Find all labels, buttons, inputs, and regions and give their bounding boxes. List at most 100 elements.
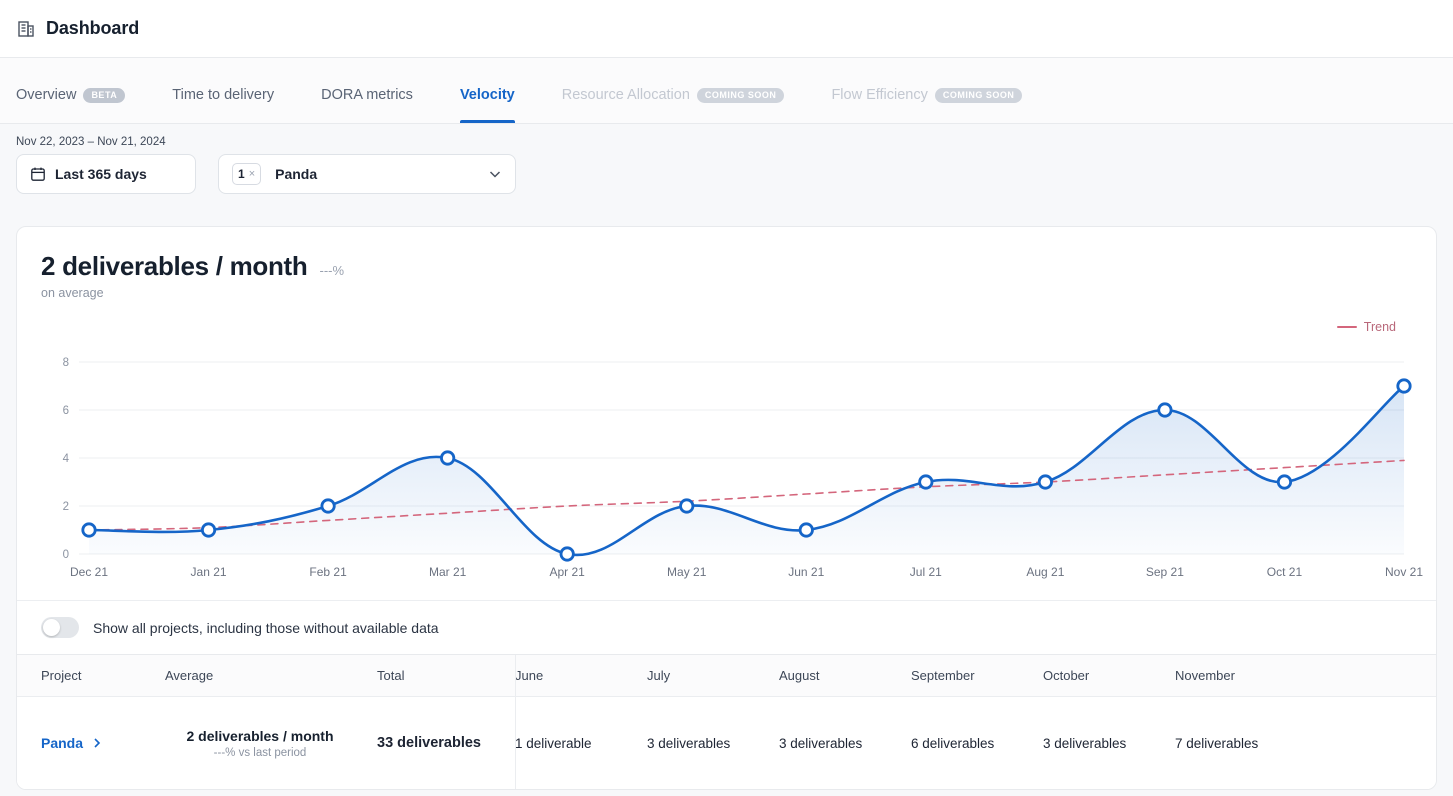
table-cell-total: 33 deliverables: [355, 697, 515, 789]
svg-text:Jan 21: Jan 21: [191, 565, 227, 579]
svg-text:Apr 21: Apr 21: [550, 565, 586, 579]
show-all-projects-toggle[interactable]: [41, 617, 79, 638]
table-header-june[interactable]: June: [515, 655, 647, 696]
date-range-button-label: Last 365 days: [55, 166, 147, 182]
tab-dora-metrics-label: DORA metrics: [321, 87, 413, 103]
tab-resource-allocation: Resource Allocation COMING SOON: [562, 87, 785, 123]
project-count-chip[interactable]: 1 ×: [232, 163, 261, 185]
velocity-chart: Trend 0 2 4 6 8 Dec 21 Jan 21 Feb 21 Mar 21 Apr …: [17, 300, 1436, 600]
tab-overview[interactable]: Overview BETA: [16, 87, 125, 123]
total-value: 33 deliverables: [377, 735, 481, 751]
chart-point[interactable]: [322, 500, 334, 512]
svg-text:Aug 21: Aug 21: [1026, 565, 1064, 579]
chart-canvas: 0 2 4 6 8 Dec 21 Jan 21 Feb 21 Mar 21 Apr 21 May …: [17, 300, 1437, 600]
trend-legend-label: Trend: [1364, 320, 1396, 334]
velocity-card: 2 deliverables / month ---% on average T…: [16, 226, 1437, 790]
svg-text:Jun 21: Jun 21: [788, 565, 824, 579]
svg-text:May 21: May 21: [667, 565, 707, 579]
tab-flow-efficiency-label: Flow Efficiency: [831, 87, 927, 103]
app-header: Dashboard: [0, 0, 1453, 58]
tab-bar: Overview BETA Time to delivery DORA metr…: [0, 58, 1453, 124]
chart-point[interactable]: [1398, 380, 1410, 392]
table-header-august[interactable]: August: [779, 655, 911, 696]
table-header-average[interactable]: Average: [165, 655, 355, 696]
table-cell-july: 3 deliverables: [647, 697, 779, 789]
svg-text:2: 2: [63, 501, 69, 513]
calendar-icon: [30, 166, 46, 182]
date-range-button[interactable]: Last 365 days: [16, 154, 196, 194]
table-cell-june: 1 deliverable: [515, 697, 647, 789]
table-header-october[interactable]: October: [1043, 655, 1175, 696]
card-header: 2 deliverables / month ---% on average: [17, 227, 1436, 300]
chart-point[interactable]: [561, 548, 573, 560]
date-range-label: Nov 22, 2023 – Nov 21, 2024: [16, 136, 1437, 148]
chart-point[interactable]: [1159, 404, 1171, 416]
trend-legend-swatch: [1337, 326, 1357, 329]
chevron-down-icon[interactable]: [488, 167, 502, 181]
project-link[interactable]: Panda: [41, 735, 83, 751]
average-sub: ---% vs last period: [214, 747, 307, 759]
toggle-knob: [43, 619, 60, 636]
average-main: 2 deliverables / month: [186, 728, 333, 744]
clear-icon[interactable]: ×: [249, 168, 255, 180]
filter-bar: Nov 22, 2023 – Nov 21, 2024 Last 365 day…: [0, 124, 1453, 194]
table-cell-september: 6 deliverables: [911, 697, 1043, 789]
project-count: 1: [238, 167, 245, 181]
chevron-right-icon[interactable]: [91, 737, 103, 749]
svg-text:4: 4: [63, 453, 70, 465]
tab-overview-label: Overview: [16, 87, 76, 103]
table-header-september[interactable]: September: [911, 655, 1043, 696]
table-header-november[interactable]: November: [1175, 655, 1307, 696]
chart-point[interactable]: [83, 524, 95, 536]
table-cell-august: 3 deliverables: [779, 697, 911, 789]
table-header-frozen-columns: Project Average Total: [17, 655, 516, 696]
svg-text:Feb 21: Feb 21: [309, 565, 347, 579]
table-cell-average: 2 deliverables / month ---% vs last peri…: [165, 697, 355, 789]
summary-metric: 2 deliverables / month: [41, 251, 308, 282]
svg-text:6: 6: [63, 405, 69, 417]
table-header-project[interactable]: Project: [17, 655, 165, 696]
summary-delta: ---%: [320, 263, 345, 278]
chart-legend: Trend: [1337, 320, 1396, 334]
table-row-frozen-columns: Panda 2 deliverables / month ---% vs las…: [17, 697, 516, 789]
svg-text:0: 0: [63, 549, 69, 561]
show-all-projects-label: Show all projects, including those witho…: [93, 620, 439, 636]
tab-velocity[interactable]: Velocity: [460, 87, 515, 123]
tab-flow-efficiency: Flow Efficiency COMING SOON: [831, 87, 1022, 123]
tab-resource-allocation-label: Resource Allocation: [562, 87, 690, 103]
chart-point[interactable]: [1039, 476, 1051, 488]
svg-text:Nov 21: Nov 21: [1385, 565, 1423, 579]
chart-point[interactable]: [202, 524, 214, 536]
chart-point[interactable]: [800, 524, 812, 536]
page-title: Dashboard: [46, 18, 139, 39]
tab-overview-badge: BETA: [83, 88, 125, 103]
table-header-july[interactable]: July: [647, 655, 779, 696]
show-all-projects-row: Show all projects, including those witho…: [17, 600, 1436, 654]
chart-point[interactable]: [920, 476, 932, 488]
table-cell-october: 3 deliverables: [1043, 697, 1175, 789]
dashboard-page: Dashboard Overview BETA Time to delivery…: [0, 0, 1453, 796]
chart-point[interactable]: [1278, 476, 1290, 488]
summary-subtitle: on average: [41, 286, 1412, 300]
project-select[interactable]: 1 × Panda: [218, 154, 516, 194]
table-row[interactable]: erables 1 deliverable 3 deliverables 3 d…: [17, 697, 1436, 789]
table-cell-project[interactable]: Panda: [17, 697, 165, 789]
tab-time-to-delivery-label: Time to delivery: [172, 87, 274, 103]
svg-text:Dec 21: Dec 21: [70, 565, 108, 579]
tab-resource-allocation-badge: COMING SOON: [697, 88, 785, 103]
svg-text:Oct 21: Oct 21: [1267, 565, 1303, 579]
tab-dora-metrics[interactable]: DORA metrics: [321, 87, 413, 123]
svg-text:Mar 21: Mar 21: [429, 565, 467, 579]
tab-velocity-label: Velocity: [460, 87, 515, 103]
projects-table: June July August September October Novem…: [17, 654, 1436, 789]
svg-text:8: 8: [63, 357, 69, 369]
tab-flow-efficiency-badge: COMING SOON: [935, 88, 1023, 103]
building-icon: [16, 19, 36, 39]
svg-text:Sep 21: Sep 21: [1146, 565, 1184, 579]
table-header-total[interactable]: Total: [355, 655, 515, 696]
tab-time-to-delivery[interactable]: Time to delivery: [172, 87, 274, 123]
chart-point[interactable]: [681, 500, 693, 512]
chart-point[interactable]: [441, 452, 453, 464]
table-cell-november: 7 deliverables: [1175, 697, 1307, 789]
table-header-row: June July August September October Novem…: [17, 655, 1436, 697]
